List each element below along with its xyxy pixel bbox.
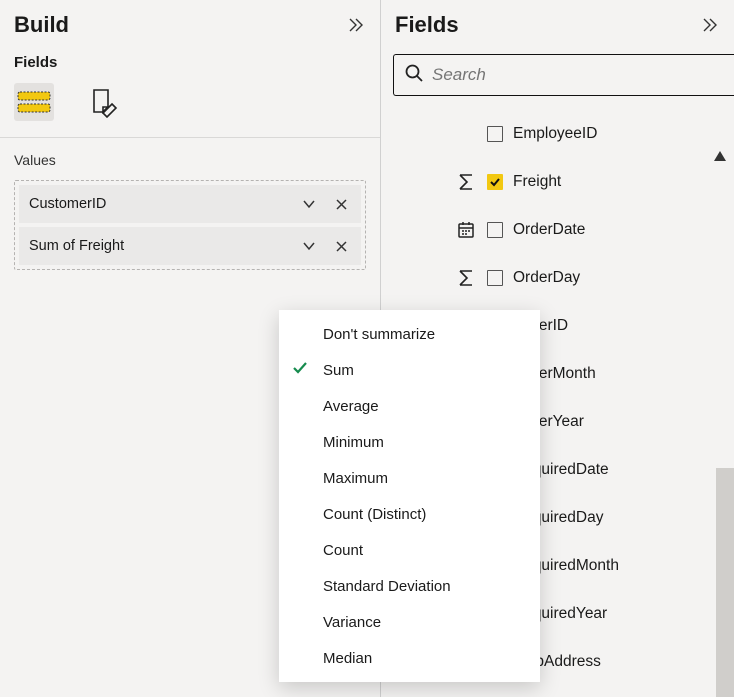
menu-item-label: Minimum <box>323 434 384 451</box>
field-item[interactable]: OrderDate <box>393 206 734 254</box>
menu-item-label: Variance <box>323 614 381 631</box>
field-checkbox[interactable] <box>487 222 503 238</box>
close-icon[interactable] <box>327 232 355 260</box>
values-well[interactable]: CustomerID Sum of Freight <box>14 180 366 270</box>
field-checkbox[interactable] <box>487 126 503 142</box>
value-pill-label: CustomerID <box>29 196 291 212</box>
aggregation-context-menu: Don't summarize Sum Average Minimum Maximum C… <box>279 310 540 682</box>
value-pill[interactable]: CustomerID <box>19 185 361 223</box>
menu-item[interactable]: Don't summarize <box>279 316 540 352</box>
fields-header: Fields <box>381 12 734 54</box>
value-pill-label: Sum of Freight <box>29 238 291 254</box>
close-icon[interactable] <box>327 190 355 218</box>
field-item[interactable]: OrderDay <box>393 254 734 302</box>
collapse-build-icon[interactable] <box>344 13 368 37</box>
menu-item[interactable]: Average <box>279 388 540 424</box>
values-section-label: Values <box>0 152 380 180</box>
field-checkbox[interactable] <box>487 270 503 286</box>
search-box[interactable] <box>393 54 734 96</box>
collapse-fields-icon[interactable] <box>698 13 722 37</box>
menu-item[interactable]: Variance <box>279 604 540 640</box>
table-visual-button[interactable] <box>14 83 54 121</box>
menu-item[interactable]: Count (Distinct) <box>279 496 540 532</box>
visual-tool-row <box>0 79 380 137</box>
divider <box>0 137 380 138</box>
menu-item[interactable]: Median <box>279 640 540 676</box>
field-label: OrderDate <box>513 221 585 239</box>
build-header: Build <box>0 12 380 54</box>
field-label: OrderDay <box>513 269 580 287</box>
check-icon <box>291 359 309 381</box>
chevron-down-icon[interactable] <box>295 232 323 260</box>
chevron-down-icon[interactable] <box>295 190 323 218</box>
menu-item-label: Don't summarize <box>323 326 435 343</box>
menu-item[interactable]: Maximum <box>279 460 540 496</box>
edit-visual-button[interactable] <box>84 83 124 121</box>
scrollbar[interactable] <box>716 468 734 697</box>
menu-item-label: Maximum <box>323 470 388 487</box>
menu-item-label: Median <box>323 650 372 667</box>
field-item[interactable]: Freight <box>393 158 734 206</box>
value-pill[interactable]: Sum of Freight <box>19 227 361 265</box>
scroll-up-icon[interactable] <box>714 148 726 166</box>
fields-title: Fields <box>395 12 459 38</box>
menu-item[interactable]: Count <box>279 532 540 568</box>
sigma-icon <box>455 173 477 191</box>
field-checkbox[interactable] <box>487 174 503 190</box>
field-item[interactable]: EmployeeID <box>393 110 734 158</box>
build-title: Build <box>14 12 69 38</box>
field-label: EmployeeID <box>513 125 597 143</box>
menu-item-label: Standard Deviation <box>323 578 451 595</box>
calendar-icon <box>455 221 477 239</box>
fields-subheading: Fields <box>0 54 380 79</box>
menu-item[interactable]: Sum <box>279 352 540 388</box>
search-icon <box>404 63 424 88</box>
menu-item[interactable]: Standard Deviation <box>279 568 540 604</box>
field-label: Freight <box>513 173 561 191</box>
menu-item[interactable]: Minimum <box>279 424 540 460</box>
menu-item-label: Count (Distinct) <box>323 506 426 523</box>
menu-item-label: Average <box>323 398 379 415</box>
menu-item-label: Sum <box>323 362 354 379</box>
sigma-icon <box>455 269 477 287</box>
menu-item-label: Count <box>323 542 363 559</box>
search-input[interactable] <box>432 65 724 85</box>
